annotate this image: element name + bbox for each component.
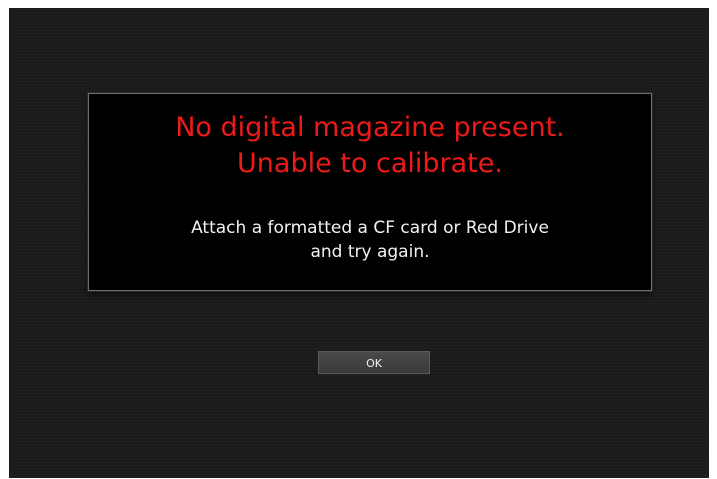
ok-button[interactable]: OK: [318, 351, 430, 374]
error-title-line-1: No digital magazine present.: [175, 112, 565, 143]
error-dialog: No digital magazine present. Unable to c…: [88, 93, 652, 291]
instruction-line-1: Attach a formatted a CF card or Red Driv…: [191, 218, 549, 238]
error-title-line-2: Unable to calibrate.: [237, 148, 503, 179]
instruction-line-2: and try again.: [310, 242, 430, 262]
screen-background: No digital magazine present. Unable to c…: [9, 8, 709, 478]
instruction-message: Attach a formatted a CF card or Red Driv…: [89, 216, 651, 264]
error-message: No digital magazine present. Unable to c…: [89, 110, 651, 182]
